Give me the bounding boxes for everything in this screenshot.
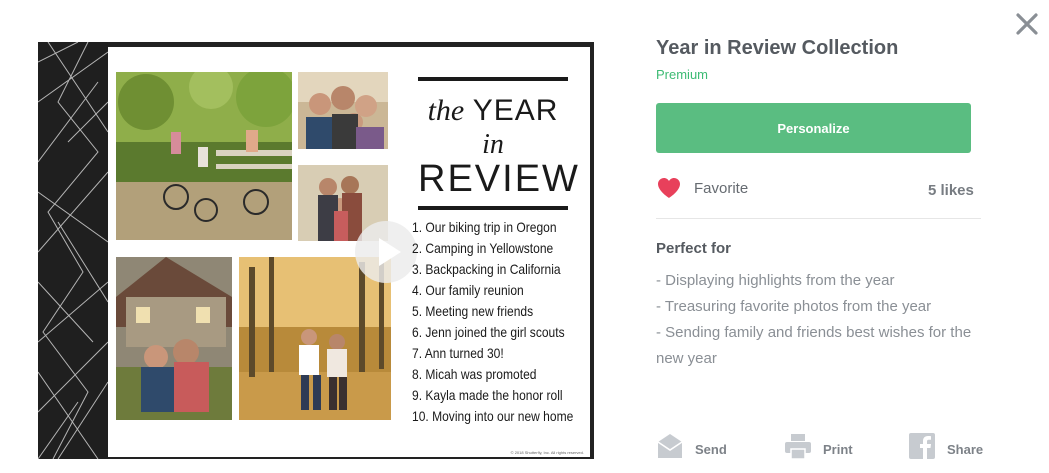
card-inner: the YEAR in REVIEW 1. Our biking trip in… — [108, 47, 590, 457]
list-item: 9. Kayla made the honor roll — [412, 387, 563, 403]
favorite-label: Favorite — [694, 179, 749, 197]
title-rule-top — [418, 77, 568, 81]
list-item: 3. Backpacking in California — [412, 261, 561, 277]
card-title-year: YEAR — [472, 94, 559, 127]
card-copyright: © 2018 Shutterfly, Inc. All rights reser… — [510, 450, 584, 455]
printer-icon — [785, 434, 811, 460]
list-item: 2. Camping in Yellowstone — [412, 240, 554, 256]
list-item: 6. Jenn joined the girl scouts — [412, 324, 565, 340]
list-item: 8. Micah was promoted — [412, 366, 537, 382]
share-label: Share — [947, 441, 984, 457]
photo-new-home — [116, 257, 232, 420]
likes-count: 5 likes — [928, 182, 974, 199]
close-icon — [1016, 13, 1038, 35]
card-title-block: the YEAR in REVIEW — [418, 77, 580, 210]
send-label: Send — [695, 441, 727, 457]
card-title-in: in — [482, 129, 504, 160]
geometric-pattern — [38, 42, 108, 459]
photo-family-selfie — [298, 72, 388, 149]
card-title-the: the — [427, 94, 465, 127]
send-button[interactable]: Send — [656, 432, 727, 460]
list-item: 7. Ann turned 30! — [412, 345, 504, 361]
personalize-button[interactable]: Personalize — [656, 103, 971, 153]
perfect-for-heading: Perfect for — [656, 240, 732, 257]
list-item: 4. Our family reunion — [412, 282, 524, 298]
play-icon — [379, 238, 401, 266]
play-video-button[interactable] — [355, 221, 417, 283]
print-label: Print — [823, 441, 853, 457]
favorite-button[interactable]: Favorite — [656, 176, 748, 200]
list-item: 10. Moving into our new home — [412, 408, 574, 424]
list-item: - Treasuring favorite photos from the ye… — [656, 298, 932, 315]
print-button[interactable]: Print — [784, 432, 853, 460]
product-title: Year in Review Collection — [656, 37, 899, 59]
facebook-icon — [909, 433, 935, 459]
card-title-review: REVIEW — [418, 158, 580, 200]
title-rule-bottom — [418, 206, 568, 210]
card-highlights-list: 1. Our biking trip in Oregon 2. Camping … — [412, 217, 594, 427]
heart-icon — [658, 178, 680, 198]
list-item: 1. Our biking trip in Oregon — [412, 219, 557, 235]
share-button[interactable]: Share — [908, 432, 983, 460]
premium-label: Premium — [656, 67, 709, 82]
photo-biking — [116, 72, 292, 240]
card-preview: the YEAR in REVIEW 1. Our biking trip in… — [38, 42, 594, 459]
perfect-for-list: - Displaying highlights from the year - … — [656, 268, 986, 372]
list-item: - Sending family and friends best wishes… — [656, 324, 972, 367]
list-item: - Displaying highlights from the year — [656, 272, 895, 289]
divider — [656, 218, 981, 219]
close-button[interactable] — [1013, 10, 1041, 38]
envelope-icon — [657, 434, 683, 458]
list-item: 5. Meeting new friends — [412, 303, 534, 319]
